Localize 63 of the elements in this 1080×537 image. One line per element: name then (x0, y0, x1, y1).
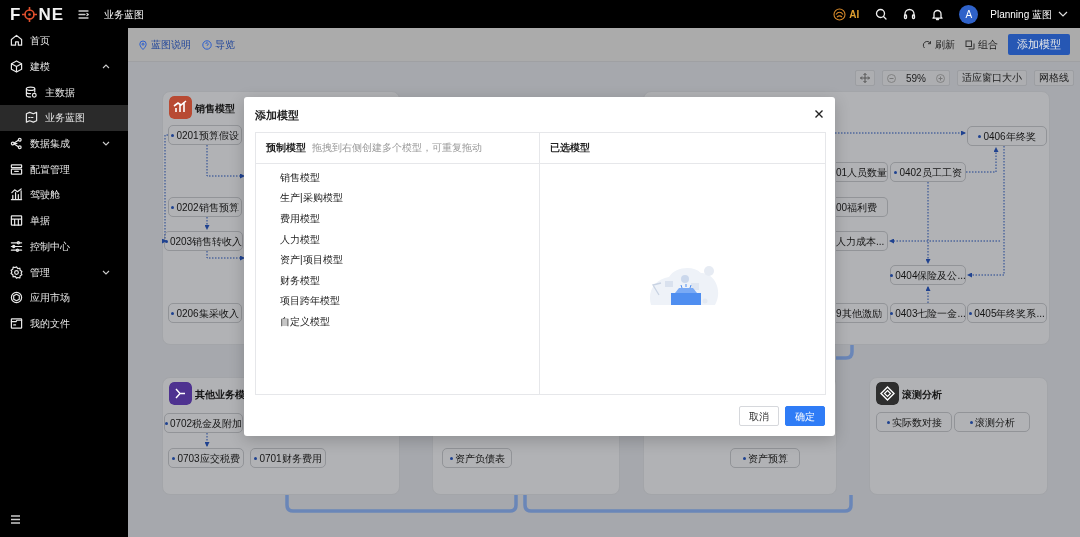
model-list-item[interactable]: 生产|采购模型 (256, 187, 349, 209)
model-node[interactable]: 0703应交税费 (168, 448, 244, 468)
ai-label[interactable]: AI (849, 6, 860, 22)
model-node[interactable]: 0405年终奖系... (967, 303, 1047, 323)
model-node[interactable]: 9其他激励 (836, 303, 888, 323)
dialog-title: 添加模型 (255, 108, 299, 123)
model-list-item[interactable]: 自定义模型 (256, 311, 336, 332)
sidebar-item[interactable]: 建模 (0, 53, 128, 80)
sidebar-item[interactable]: 首页 (0, 28, 128, 54)
model-node[interactable]: 0701财务费用 (250, 448, 326, 468)
model-node[interactable]: 0702税金及附加 (164, 413, 243, 433)
user-name[interactable]: Planning 蓝图 (990, 6, 1052, 22)
model-node[interactable]: 00福利费 (836, 197, 888, 217)
cancel-button[interactable]: 取消 (739, 406, 779, 426)
model-node[interactable]: 实际数对接 (876, 412, 952, 432)
user-avatar[interactable]: A (959, 4, 979, 24)
model-list-item[interactable]: 项目跨年模型 (256, 290, 346, 312)
card-title: 其他业务模 (195, 388, 245, 402)
model-node[interactable]: 0403七险一金... (890, 303, 966, 323)
model-node[interactable]: 滚测分析 (954, 412, 1030, 432)
card-title: 滚测分析 (902, 388, 942, 402)
sidebar-item[interactable]: 应用市场 (0, 284, 128, 311)
sidebar-item[interactable]: 业务蓝图 (0, 105, 128, 131)
card-title: 销售模型 (195, 102, 235, 116)
model-node[interactable]: 0206集采收入 (168, 303, 242, 323)
model-node[interactable]: 人力成本... (836, 231, 888, 251)
sidebar-item[interactable]: 我的文件 (0, 310, 128, 337)
toolbar-button[interactable]: 刷新 (922, 37, 955, 52)
model-list-item[interactable]: 财务模型 (256, 269, 326, 291)
model-list-item[interactable]: 人力模型 (256, 228, 326, 250)
model-node[interactable]: 0203销售转收入 (164, 231, 243, 251)
model-node[interactable]: 资产预算 (730, 448, 800, 468)
sidebar-item[interactable]: 驾驶舱 (0, 182, 128, 208)
view-button[interactable]: 网格线 (1034, 70, 1074, 86)
toolbar-link[interactable]: 导览 (202, 37, 235, 52)
add-model-button[interactable]: 添加模型 (1008, 34, 1070, 55)
model-node[interactable]: 0202销售预算 (168, 197, 242, 217)
sidebar-item[interactable]: 管理 (0, 259, 128, 285)
model-list-item[interactable]: 销售模型 (256, 167, 326, 188)
model-node[interactable]: 0201预算假设 (168, 125, 242, 145)
model-list-item[interactable]: 资产|项目模型 (256, 249, 349, 270)
toolbar-link[interactable]: 蓝图说明 (138, 37, 191, 52)
model-node[interactable]: 0404保险及公... (890, 265, 966, 285)
view-button[interactable]: 适应窗口大小 (957, 70, 1027, 86)
sidebar-item[interactable]: 数据集成 (0, 130, 128, 157)
panel-heading: 已选模型 (550, 140, 590, 155)
model-node[interactable]: 01人员数量 (836, 162, 888, 182)
model-list-item[interactable]: 费用模型 (256, 208, 326, 229)
zoom-level: 59% (906, 71, 926, 86)
logo-text: F (10, 5, 22, 23)
sidebar-item[interactable]: 主数据 (0, 79, 128, 106)
sidebar-item[interactable]: 控制中心 (0, 233, 128, 260)
model-node[interactable]: 资产负债表 (442, 448, 512, 468)
model-node[interactable]: 0406年终奖 (967, 126, 1047, 146)
panel-heading: 预制模型 (266, 140, 306, 155)
breadcrumb-text: 业务蓝图 (104, 7, 144, 22)
sidebar-item[interactable]: 单据 (0, 207, 128, 234)
confirm-button[interactable]: 确定 (785, 406, 825, 426)
panel-hint: 拖拽到右侧创建多个模型，可重复拖动 (312, 140, 482, 155)
sidebar-item[interactable]: 配置管理 (0, 156, 128, 183)
logo-text: NE (38, 5, 64, 23)
toolbar-button[interactable]: 组合 (965, 37, 998, 52)
model-node[interactable]: 0402员工工资 (890, 162, 966, 182)
